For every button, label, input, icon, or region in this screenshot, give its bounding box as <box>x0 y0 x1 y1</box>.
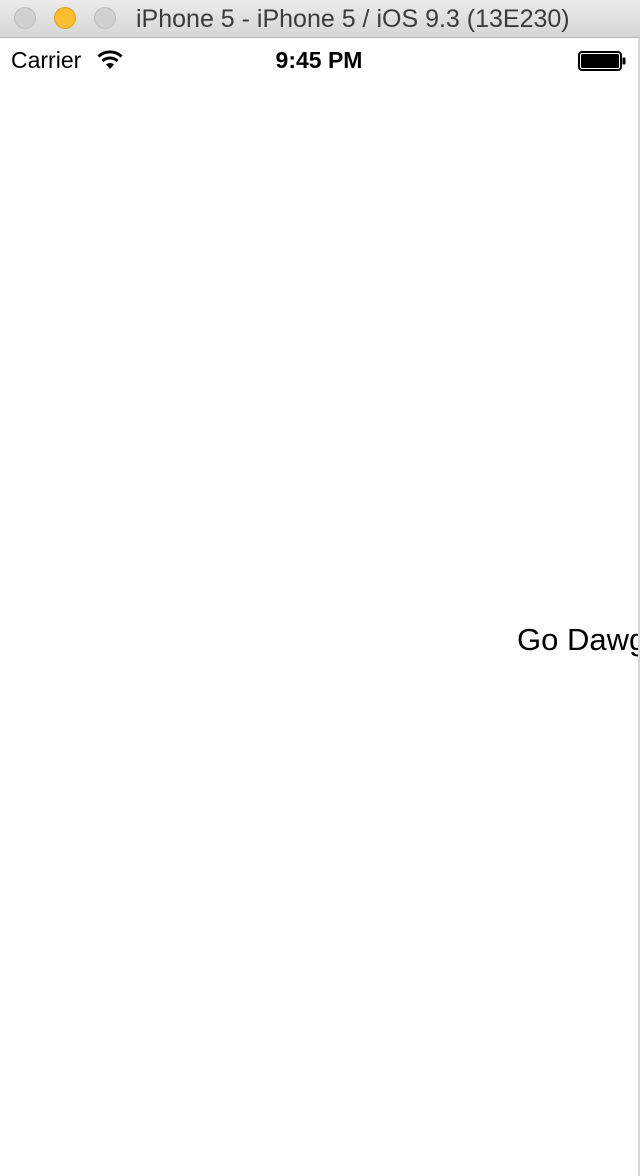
close-button[interactable] <box>14 7 36 29</box>
window-title: iPhone 5 - iPhone 5 / iOS 9.3 (13E230) <box>136 5 570 33</box>
simulator-window: iPhone 5 - iPhone 5 / iOS 9.3 (13E230) C… <box>0 0 640 1176</box>
zoom-button[interactable] <box>94 7 116 29</box>
window-title-bar[interactable]: iPhone 5 - iPhone 5 / iOS 9.3 (13E230) <box>0 0 640 38</box>
status-bar: Carrier 9:45 PM <box>0 38 638 82</box>
status-time: 9:45 PM <box>275 47 363 73</box>
minimize-button[interactable] <box>54 7 76 29</box>
battery-icon <box>578 51 626 71</box>
go-dawgs-label: Go Dawgs <box>517 622 638 657</box>
device-screen: Carrier 9:45 PM Go Dawgs <box>0 38 638 1176</box>
